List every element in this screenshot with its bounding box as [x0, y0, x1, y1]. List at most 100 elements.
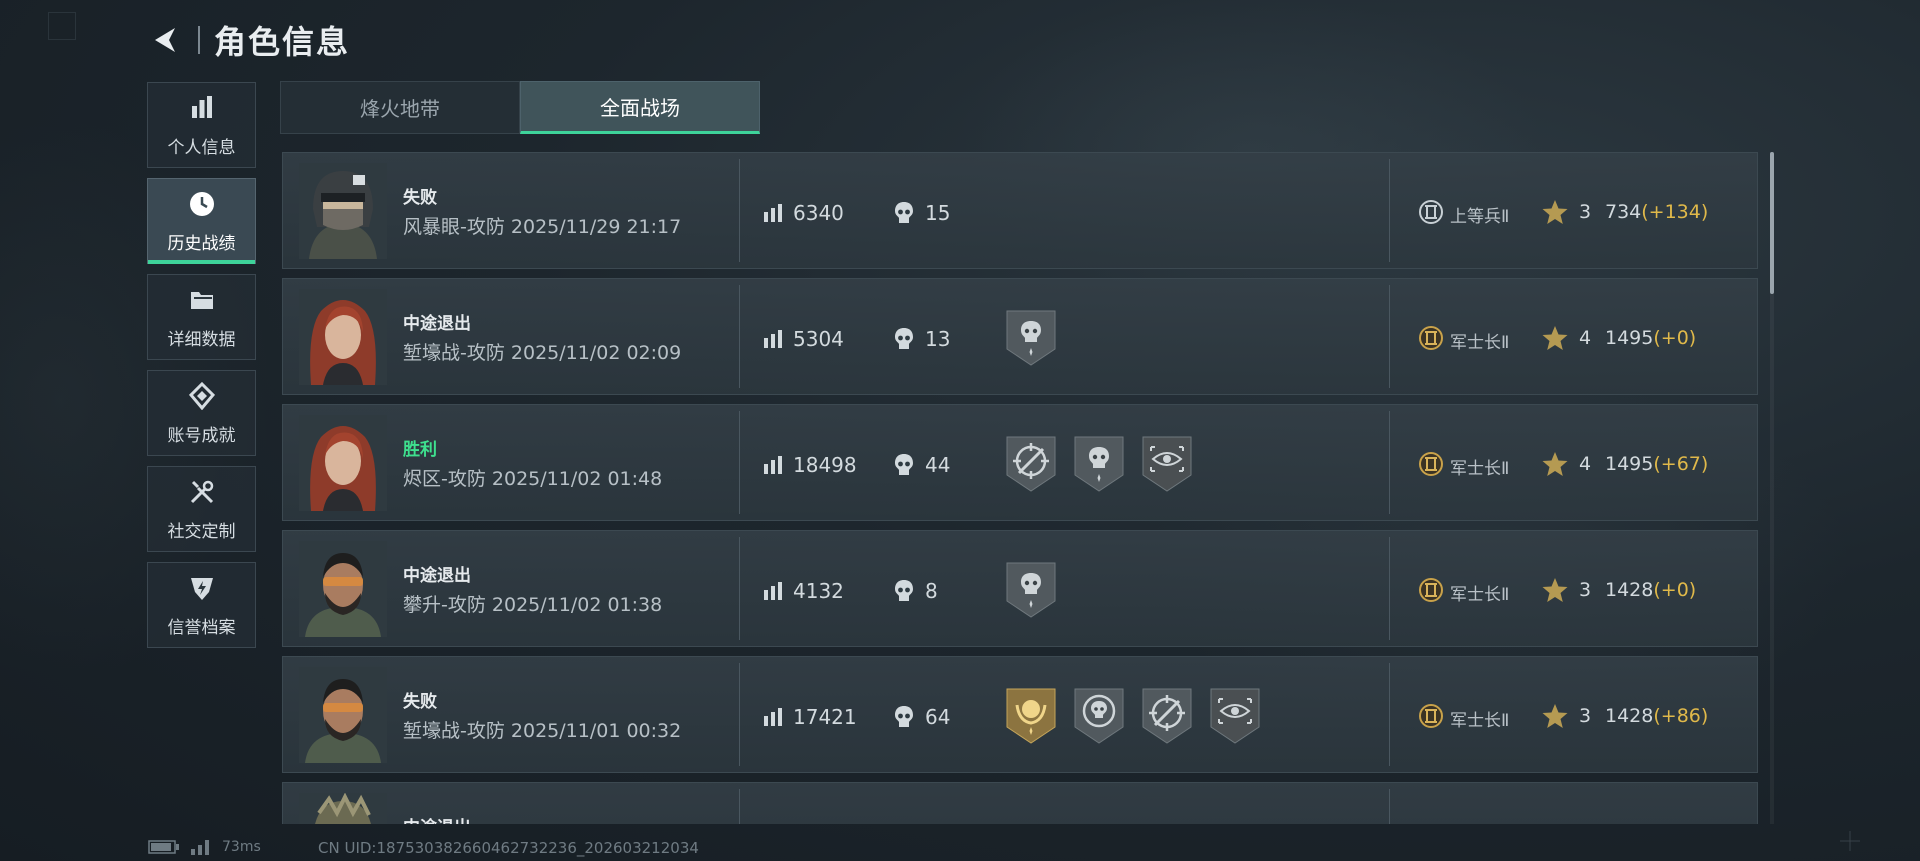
- row-divider: [1389, 285, 1390, 388]
- score-icon: [764, 708, 782, 726]
- match-score: 6340: [793, 201, 844, 225]
- operator-avatar: [299, 163, 387, 259]
- sidebar-item-label: 信誉档案: [167, 617, 236, 638]
- match-kills: 44: [925, 453, 951, 477]
- rank-points: 1495(+67): [1605, 453, 1708, 475]
- match-row[interactable]: 失败 堑壕战-攻防 2025/11/01 00:32 17421 64 军士长Ⅱ…: [282, 656, 1758, 773]
- sidebar-item-history[interactable]: 历史战绩: [147, 178, 256, 264]
- player-uid: CN UID:18753038266046273223​6_2026032120…: [318, 839, 699, 857]
- corner-decoration: [1840, 831, 1860, 851]
- medal-row: [1005, 435, 1193, 493]
- sidebar-item-social[interactable]: 社交定制: [147, 466, 256, 552]
- eye-target-medal-icon[interactable]: [1141, 435, 1193, 493]
- star-count: 3: [1579, 705, 1592, 727]
- rank-icon: [1419, 452, 1443, 476]
- points-delta: (+0): [1653, 327, 1697, 349]
- skull-circle-medal-icon[interactable]: [1073, 687, 1125, 745]
- bar-chart-icon: [187, 93, 217, 123]
- score-icon: [764, 456, 782, 474]
- score-icon: [764, 204, 782, 222]
- crosshair-rifle-medal-icon[interactable]: [1005, 435, 1057, 493]
- header-divider: [198, 26, 200, 54]
- scrollbar[interactable]: [1770, 152, 1774, 824]
- sidebar-item-reputation[interactable]: 信誉档案: [147, 562, 256, 648]
- match-map-time: 攀升-攻防 2025/11/02 01:38: [403, 594, 663, 616]
- back-arrow-icon: [155, 28, 175, 52]
- score-icon: [764, 582, 782, 600]
- star-count: 4: [1579, 453, 1592, 475]
- rank-points: 1495(+0): [1605, 327, 1696, 349]
- match-row[interactable]: 中途退出: [282, 782, 1758, 824]
- points-delta: (+134): [1641, 201, 1709, 223]
- row-divider: [739, 159, 740, 262]
- match-map-time: 堑壕战-攻防 2025/11/02 02:09: [403, 342, 682, 364]
- skull-icon: [895, 454, 913, 475]
- mode-tabs: 烽火地带 全面战场: [280, 81, 760, 134]
- medal-row: [1005, 561, 1057, 619]
- row-divider: [739, 411, 740, 514]
- rank-label: 军士长Ⅱ: [1450, 585, 1510, 605]
- row-divider: [1389, 789, 1390, 824]
- row-divider: [739, 285, 740, 388]
- gold-laurel-medal-icon[interactable]: [1005, 687, 1057, 745]
- star-icon: [1542, 200, 1568, 224]
- points-value: 1495: [1605, 327, 1654, 349]
- tab-hazard-zone[interactable]: 烽火地带: [280, 81, 520, 134]
- match-kills: 13: [925, 327, 951, 351]
- skull-shield-medal-icon[interactable]: [1073, 435, 1125, 493]
- rank-icon: [1419, 200, 1443, 224]
- battery-icon: [148, 840, 179, 854]
- match-map-time: 风暴眼-攻防 2025/11/29 21:17: [403, 216, 682, 238]
- star-icon: [1542, 452, 1568, 476]
- match-row[interactable]: 失败 风暴眼-攻防 2025/11/29 21:17 6340 15 上等兵Ⅱ …: [282, 152, 1758, 269]
- match-score: 17421: [793, 705, 857, 729]
- match-row[interactable]: 胜利 烬区-攻防 2025/11/02 01:48 18498 44 军士长Ⅱ …: [282, 404, 1758, 521]
- match-score: 18498: [793, 453, 857, 477]
- rank-icon: [1419, 704, 1443, 728]
- corner-decoration: [48, 12, 76, 40]
- operator-avatar: [299, 667, 387, 763]
- points-delta: (+0): [1653, 579, 1697, 601]
- crosshair-rifle-medal-icon[interactable]: [1141, 687, 1193, 745]
- rank-points: 734(+134): [1605, 201, 1708, 223]
- back-button[interactable]: [148, 22, 184, 58]
- match-result: 中途退出: [403, 314, 471, 334]
- rank-points: 1428(+86): [1605, 705, 1708, 727]
- skull-shield-medal-icon[interactable]: [1005, 561, 1057, 619]
- sidebar-item-label: 历史战绩: [167, 233, 236, 254]
- skull-shield-medal-icon[interactable]: [1005, 309, 1057, 367]
- tools-icon: [187, 477, 217, 507]
- match-row[interactable]: 中途退出 堑壕战-攻防 2025/11/02 02:09 5304 13 军士长…: [282, 278, 1758, 395]
- match-kills: 64: [925, 705, 951, 729]
- star-count: 3: [1579, 201, 1592, 223]
- sidebar-item-details[interactable]: 详细数据: [147, 274, 256, 360]
- sidebar-item-profile[interactable]: 个人信息: [147, 82, 256, 168]
- points-value: 1428: [1605, 705, 1654, 727]
- skull-icon: [895, 202, 913, 223]
- match-map-time: 堑壕战-攻防 2025/11/01 00:32: [403, 720, 682, 742]
- operator-avatar: [299, 541, 387, 637]
- row-divider: [1389, 663, 1390, 766]
- medal-row: [1005, 687, 1261, 745]
- operator-avatar: [299, 793, 387, 824]
- points-delta: (+67): [1653, 453, 1709, 475]
- folder-icon: [187, 285, 217, 315]
- rank-points: 1428(+0): [1605, 579, 1696, 601]
- row-divider: [1389, 411, 1390, 514]
- sidebar-item-label: 社交定制: [167, 521, 236, 542]
- match-result: 胜利: [403, 440, 437, 460]
- match-map-time: 烬区-攻防 2025/11/02 01:48: [403, 468, 663, 490]
- sidebar-item-achievements[interactable]: 账号成就: [147, 370, 256, 456]
- match-score: 5304: [793, 327, 844, 351]
- star-count: 4: [1579, 327, 1592, 349]
- star-icon: [1542, 704, 1568, 728]
- eye-target-medal-icon[interactable]: [1209, 687, 1261, 745]
- scrollbar-thumb[interactable]: [1770, 152, 1774, 294]
- medal-row: [1005, 309, 1057, 367]
- match-row[interactable]: 中途退出 攀升-攻防 2025/11/02 01:38 4132 8 军士长Ⅱ …: [282, 530, 1758, 647]
- clock-icon: [187, 189, 217, 219]
- sidebar-item-label: 详细数据: [167, 329, 236, 350]
- tab-all-out-warfare[interactable]: 全面战场: [520, 81, 760, 134]
- skull-icon: [895, 706, 913, 727]
- match-history-list: 失败 风暴眼-攻防 2025/11/29 21:17 6340 15 上等兵Ⅱ …: [282, 152, 1758, 824]
